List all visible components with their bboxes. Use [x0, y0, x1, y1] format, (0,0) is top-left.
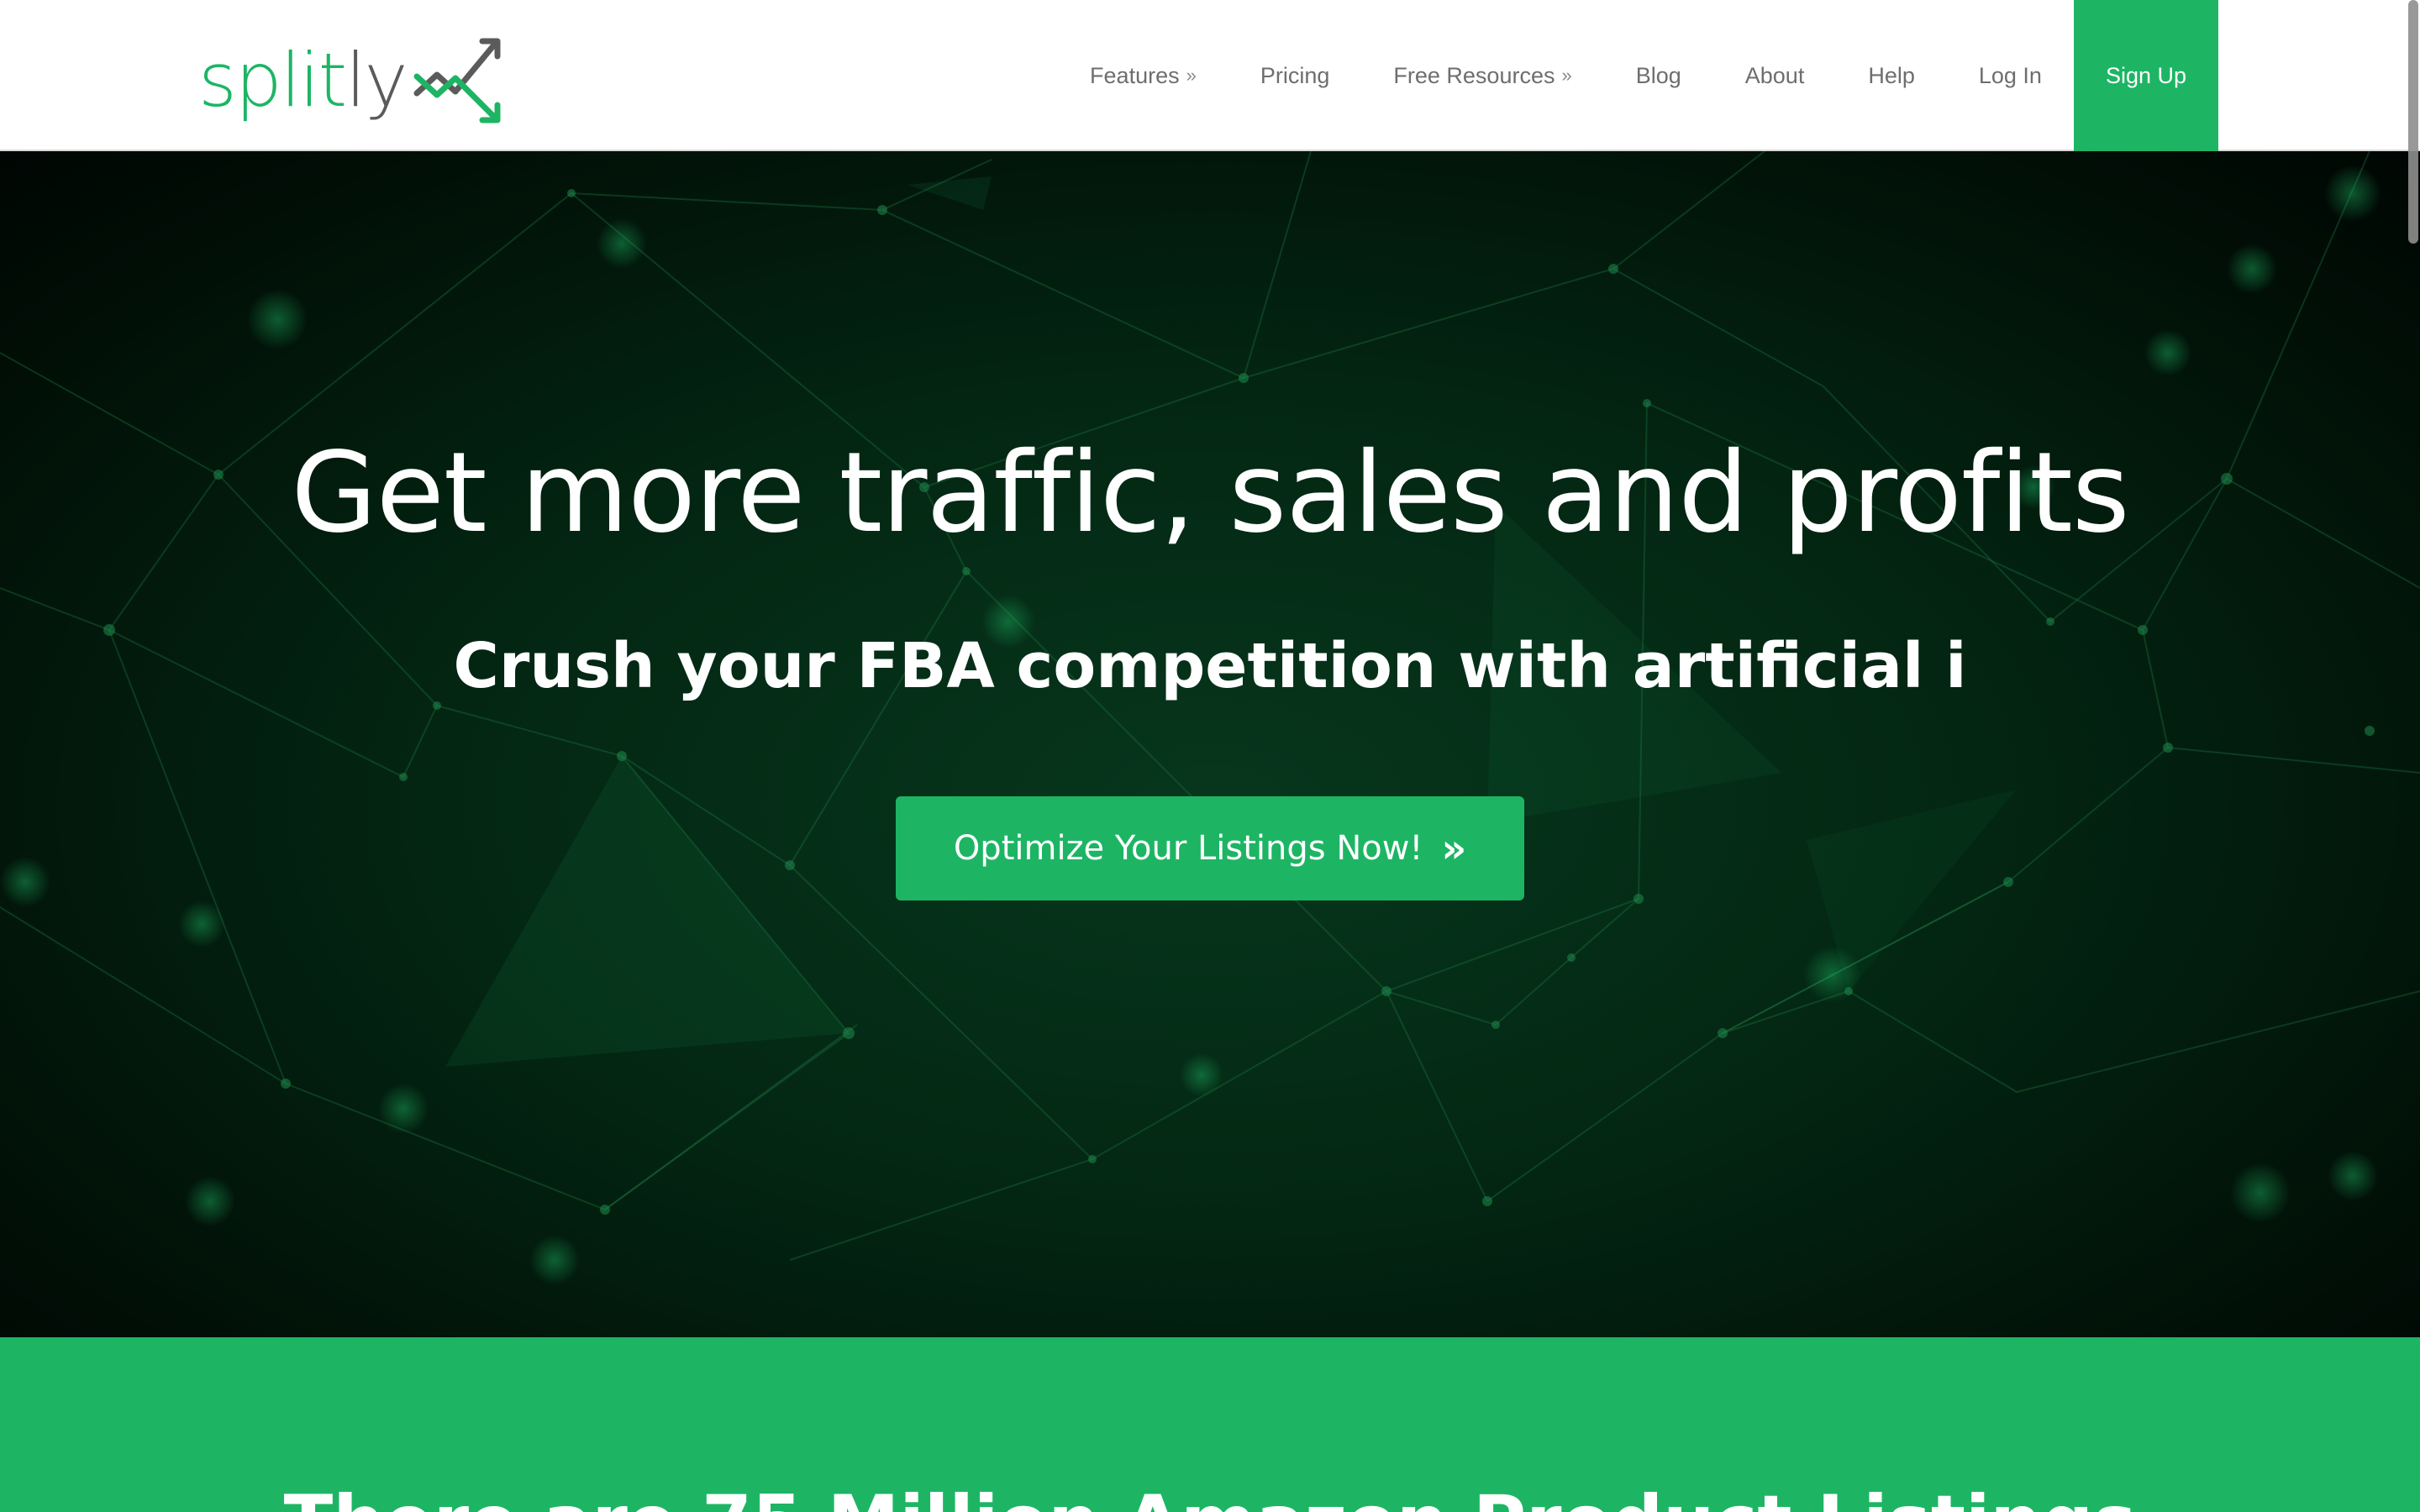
hero-subtitle: Crush your FBA competition with artifici… [453, 630, 1967, 702]
nav-help-label: Help [1868, 62, 1915, 88]
nav-features-label: Features [1090, 62, 1180, 88]
hero-title: Get more traffic, sales and profits [291, 428, 2129, 558]
optimize-listings-button[interactable]: Optimize Your Listings Now! » [896, 796, 1524, 900]
nav-free-resources-label: Free Resources [1393, 62, 1555, 88]
nav-login[interactable]: Log In [1947, 0, 2074, 151]
nav-pricing-label: Pricing [1260, 62, 1330, 88]
cta-label: Optimize Your Listings Now! [953, 829, 1423, 868]
trend-arrows-icon [413, 38, 501, 123]
nav-free-resources[interactable]: Free Resources » [1361, 0, 1603, 151]
nav-help[interactable]: Help [1836, 0, 1947, 151]
nav-login-label: Log In [1978, 62, 2042, 88]
nav-about[interactable]: About [1713, 0, 1837, 151]
nav-blog-label: Blog [1635, 62, 1681, 88]
nav-pricing[interactable]: Pricing [1228, 0, 1362, 151]
network-background-graphic [0, 151, 2420, 1285]
site-header: splitly Features » Pricing Free Resource… [0, 0, 2420, 151]
stats-band: There are 75 Million Amazon Product List… [0, 1337, 2420, 1512]
logo-wordmark: splitly [198, 37, 408, 123]
page-scrollbar[interactable] [2408, 0, 2418, 244]
nav-about-label: About [1744, 62, 1805, 88]
stats-heading: There are 75 Million Amazon Product List… [0, 1480, 2420, 1512]
signup-label: Sign Up [2105, 62, 2186, 88]
chevron-double-down-icon: » [1186, 65, 1197, 86]
main-nav: Features » Pricing Free Resources » Blog… [1058, 0, 2218, 151]
nav-features[interactable]: Features » [1058, 0, 1228, 151]
nav-blog[interactable]: Blog [1604, 0, 1713, 151]
double-chevron-right-icon: » [1441, 826, 1467, 871]
splitly-logo[interactable]: splitly [198, 30, 513, 131]
hero-section: Get more traffic, sales and profits Crus… [0, 151, 2420, 1337]
signup-button[interactable]: Sign Up [2073, 0, 2218, 151]
chevron-double-down-icon: » [1561, 65, 1572, 86]
